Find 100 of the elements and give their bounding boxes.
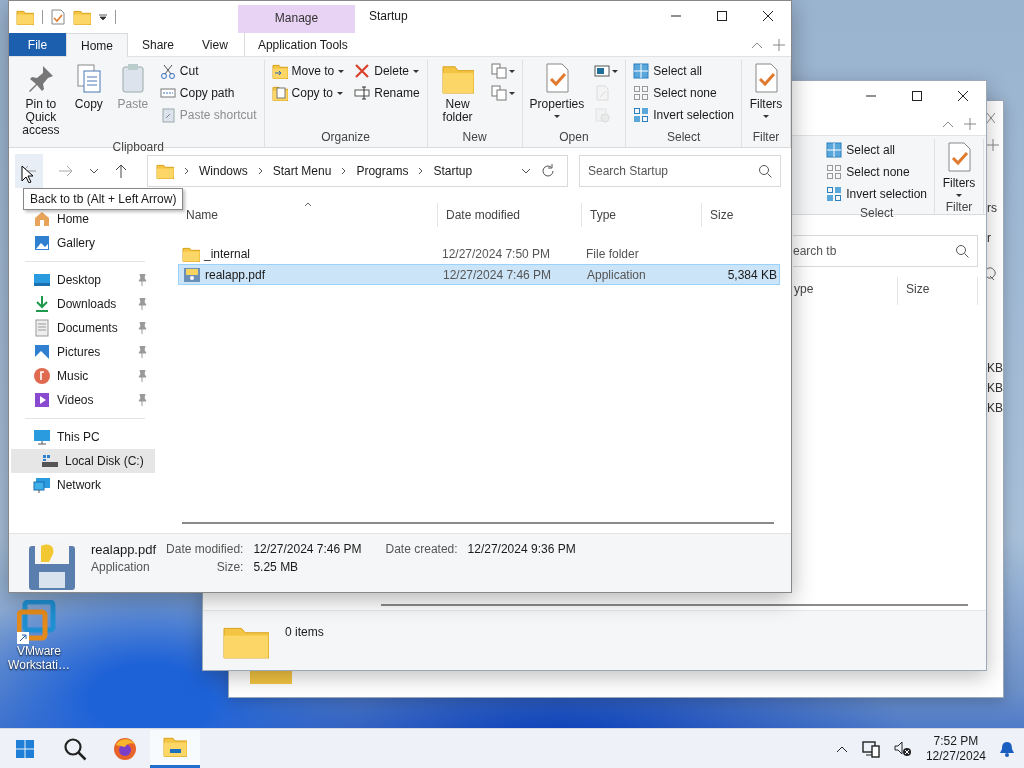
nav-item[interactable]: Videos bbox=[11, 388, 155, 412]
chevron-right-icon bbox=[418, 166, 424, 175]
field-label: Date modified: bbox=[166, 542, 244, 556]
plus-icon[interactable] bbox=[964, 118, 976, 130]
maximize-icon[interactable] bbox=[912, 91, 922, 101]
plus-icon[interactable] bbox=[987, 139, 999, 151]
ribbon-button[interactable]: Select none bbox=[630, 82, 737, 104]
group-label: Filter bbox=[944, 199, 974, 215]
nav-item[interactable]: Local Disk (C:) bbox=[11, 449, 155, 473]
pin-icon bbox=[137, 346, 147, 358]
ribbon-button[interactable]: Pin to Quick access bbox=[17, 60, 65, 139]
nav-item[interactable]: Music bbox=[11, 364, 155, 388]
caret-icon bbox=[336, 91, 343, 95]
ribbon-tab[interactable]: Home bbox=[66, 33, 128, 57]
nav-item[interactable]: Pictures bbox=[11, 340, 155, 364]
breadcrumb[interactable]: Startup bbox=[433, 163, 473, 178]
scrollbar[interactable] bbox=[381, 604, 968, 606]
chevron-down-icon[interactable] bbox=[521, 167, 531, 174]
refresh-icon[interactable] bbox=[541, 163, 555, 178]
scrollbar[interactable] bbox=[182, 522, 774, 524]
speaker-muted-icon[interactable] bbox=[893, 739, 912, 758]
file-row[interactable]: _internal 12/27/2024 7:50 PM File folder bbox=[178, 243, 782, 264]
table-cell-text: 12/27/2024 7:46 PM bbox=[442, 267, 553, 282]
chevron-right-icon bbox=[341, 166, 347, 175]
ribbon-button[interactable]: Move to bbox=[268, 60, 348, 82]
select-none-icon bbox=[826, 164, 843, 180]
column-header[interactable]: ype bbox=[794, 277, 898, 305]
desktop-shortcut[interactable]: VMware Workstati… bbox=[4, 600, 74, 672]
tooltip: Back to tb (Alt + Left Arrow) bbox=[23, 188, 184, 210]
clock-date[interactable]: 12/27/2024 bbox=[925, 748, 986, 764]
column-header[interactable]: Type bbox=[582, 203, 702, 227]
dropdown-icon[interactable] bbox=[99, 13, 107, 21]
ribbon-button[interactable]: Invert selection bbox=[630, 104, 737, 126]
search-field[interactable]: earch tb bbox=[793, 235, 978, 267]
network-icon bbox=[33, 476, 51, 494]
column-header[interactable]: Date modified bbox=[438, 203, 582, 227]
ribbon-button[interactable]: Properties bbox=[526, 60, 588, 120]
invert-selection-icon bbox=[826, 186, 843, 202]
search-field[interactable]: Search Startup bbox=[579, 154, 781, 187]
group-label: New bbox=[461, 129, 488, 146]
nav-item[interactable]: Downloads bbox=[11, 292, 155, 316]
chevron-up-icon[interactable] bbox=[835, 744, 848, 753]
ribbon-button[interactable]: Cut bbox=[156, 60, 260, 82]
breadcrumb[interactable]: Programs bbox=[356, 163, 409, 178]
file-size: KB bbox=[987, 401, 1003, 415]
folder-icon bbox=[16, 9, 34, 25]
ribbon-button[interactable]: Select none bbox=[823, 161, 930, 183]
pin-icon bbox=[137, 298, 147, 310]
bell-icon[interactable] bbox=[1000, 740, 1014, 757]
pin-icon bbox=[137, 274, 147, 286]
close-icon[interactable] bbox=[958, 91, 968, 101]
history-icon bbox=[594, 107, 611, 123]
caret-icon bbox=[553, 115, 560, 118]
search-icon bbox=[987, 267, 997, 281]
file-size: KB bbox=[987, 381, 1003, 395]
ribbon-button[interactable]: Copy bbox=[68, 60, 109, 113]
ribbon-button[interactable]: Filters bbox=[939, 139, 979, 199]
ribbon-button[interactable]: Select all bbox=[823, 139, 930, 161]
ribbon-tab[interactable]: Share bbox=[128, 33, 189, 56]
nav-item[interactable]: Documents bbox=[11, 316, 155, 340]
close-icon[interactable] bbox=[763, 11, 773, 21]
address-bar[interactable]: Windows Start Menu Programs Startup bbox=[147, 154, 568, 187]
column-header[interactable]: Size bbox=[702, 203, 778, 227]
ribbon-button[interactable]: Rename bbox=[351, 82, 423, 104]
ribbon-button[interactable]: Delete bbox=[351, 60, 423, 82]
window-icon bbox=[594, 63, 611, 79]
network-icon[interactable] bbox=[861, 739, 880, 758]
document-edit-icon bbox=[594, 85, 611, 101]
mouse-pointer-icon bbox=[21, 165, 33, 183]
ribbon-button[interactable]: Copy to bbox=[268, 82, 348, 104]
chevron-down-icon[interactable] bbox=[89, 167, 99, 174]
clock-time[interactable]: 7:52 PM bbox=[933, 733, 979, 749]
ribbon-button[interactable]: Select all bbox=[630, 60, 737, 82]
breadcrumb[interactable]: Start Menu bbox=[272, 163, 332, 178]
nav-item[interactable]: This PC bbox=[11, 425, 155, 449]
ribbon-button[interactable]: Invert selection bbox=[823, 183, 930, 205]
chevron-right-icon bbox=[257, 166, 263, 175]
column-header[interactable]: Size bbox=[898, 277, 978, 305]
ribbon-tab[interactable]: View bbox=[188, 33, 242, 56]
folder-icon bbox=[163, 735, 187, 759]
file-row[interactable]: realapp.pdf 12/27/2024 7:46 PM Application 5,384 KB bbox=[178, 264, 780, 285]
maximize-icon[interactable] bbox=[717, 11, 727, 21]
clipboard-icon bbox=[159, 107, 176, 123]
desktop-icon bbox=[33, 271, 51, 289]
pin-icon bbox=[137, 370, 147, 382]
ribbon-tab[interactable]: File bbox=[9, 33, 66, 56]
nav-item[interactable]: Network bbox=[11, 473, 155, 497]
breadcrumb[interactable]: Windows bbox=[199, 163, 248, 178]
nav-item[interactable]: Gallery bbox=[11, 231, 155, 255]
file-name: _internal bbox=[204, 246, 251, 261]
caret-icon bbox=[412, 69, 419, 73]
properties-icon[interactable] bbox=[51, 9, 65, 25]
ribbon-button[interactable]: New folder bbox=[431, 60, 484, 126]
chevron-right-icon bbox=[184, 166, 189, 175]
ribbon-button[interactable]: Copy path bbox=[156, 82, 260, 104]
group-label: Select bbox=[665, 129, 702, 146]
folder-copy-icon bbox=[271, 85, 288, 101]
arrow-up-icon[interactable] bbox=[115, 163, 127, 178]
nav-item[interactable]: Desktop bbox=[11, 268, 155, 292]
ribbon-button[interactable]: Filters bbox=[746, 60, 786, 120]
